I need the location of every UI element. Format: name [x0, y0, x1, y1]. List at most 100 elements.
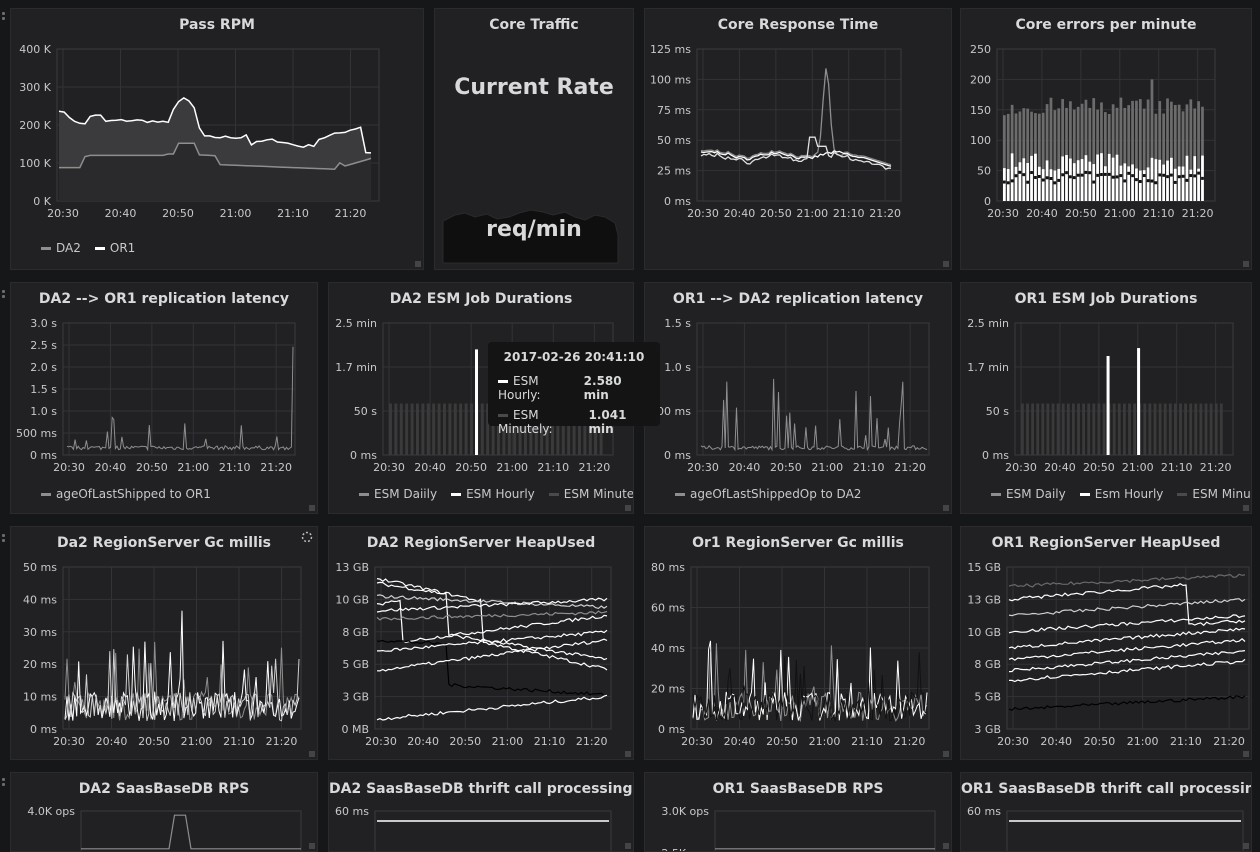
legend-item[interactable]: ESM Minutely — [1177, 487, 1251, 501]
pass-rpm-chart: 400 K300 K200 K100 K0 K20:30 20:40 20:50 21… — [19, 43, 421, 267]
x-tick-label: 20:30 — [1005, 461, 1037, 474]
esm-minutely-bar — [1174, 403, 1177, 455]
error-bar-white — [1150, 157, 1154, 201]
panel-da2-rps[interactable]: DA2 SaasBaseDB RPS 4.0K ops — [10, 772, 318, 852]
core-response-chart: 125 ms100 ms75 ms50 ms25 ms0 ms20:30 20:4… — [650, 43, 949, 267]
panel-da2-or1-latency[interactable]: DA2 --> OR1 replication latency 3.0 s 2.5… — [10, 282, 318, 514]
legend-item[interactable]: ageOfLastShipped to OR1 — [41, 487, 211, 501]
panel-core-traffic[interactable]: Core Traffic Current Rate req/min — [434, 8, 634, 270]
y-tick-label: 50 ms — [657, 134, 691, 147]
panel-pass-rpm[interactable]: Pass RPM 400 K 300 K 200 K 100 K0 K 20:30 20:… — [10, 8, 424, 270]
y-tick-label: 8 GB — [342, 626, 369, 639]
legend-swatch — [991, 493, 1001, 496]
legend-swatch — [451, 493, 462, 496]
panel-core-errors[interactable]: Core errors per minute 250 200 150 100 50 0 20… — [960, 8, 1252, 270]
x-tick-label: 21:00 — [1122, 461, 1154, 474]
tooltip-series-name: ESM Minutely: — [498, 408, 553, 436]
series-line — [1009, 658, 1246, 683]
esm-minutely-bar — [1168, 403, 1172, 455]
y-tick-label: 125 ms — [650, 43, 691, 56]
panel-or1-rps[interactable]: OR1 SaasBaseDB RPS 3.0K ops2.5K ops — [644, 772, 952, 852]
legend-label: DA2 — [56, 241, 81, 255]
panel-core-response-time[interactable]: Core Response Time 125 ms 100 ms 75 ms 50 m… — [644, 8, 952, 270]
row-drag-handle[interactable] — [2, 778, 6, 790]
esm-minutely-bar — [1097, 403, 1101, 455]
x-tick-label: 20:40 — [1040, 735, 1072, 748]
error-bar-white — [1181, 166, 1185, 201]
error-bar-white — [1076, 160, 1080, 201]
x-tick-label: 21:00 — [811, 461, 843, 474]
legend-item[interactable]: OR1 — [94, 241, 135, 255]
error-bar-white — [1057, 168, 1061, 201]
error-bar-black — [1189, 174, 1193, 178]
x-tick-label: 21:00 — [809, 735, 841, 748]
legend-item[interactable]: ESM Minutely — [548, 487, 633, 501]
core-errors-chart: 25020015010050020:30 20:40 20:50 21:00 21:10… — [970, 43, 1249, 267]
legend-item[interactable]: ESM Daiily — [359, 487, 437, 501]
panel-da2-gc[interactable]: Da2 RegionServer Gc millis 50 ms 40 ms 30 … — [10, 526, 318, 760]
x-tick-label: 21:20 — [335, 207, 367, 220]
error-bar-white — [1096, 154, 1099, 201]
row-drag-handle[interactable] — [2, 534, 6, 546]
y-tick-label: 5 GB — [342, 658, 369, 671]
x-tick-label: 21:20 — [1182, 207, 1214, 220]
series-line — [1008, 598, 1246, 617]
panel-da2-thrift[interactable]: DA2 SaasBaseDB thrift call processing ti… — [328, 772, 634, 852]
error-bar-white — [1119, 165, 1123, 201]
y-tick-label: 50 ms — [23, 561, 57, 574]
resize-handle-icon — [625, 505, 631, 511]
x-tick-label: 21:10 — [1161, 461, 1193, 474]
error-bar-black — [1088, 171, 1092, 175]
legend-item[interactable]: Esm Hourly — [1079, 487, 1163, 501]
plot-frame — [696, 48, 902, 202]
panel-or1-da2-latency[interactable]: OR1 --> DA2 replication latency 1.5 s 1.0… — [644, 282, 952, 514]
legend-item[interactable]: ageOfLastShippedOp to DA2 — [675, 487, 861, 501]
error-bar-black — [1127, 171, 1131, 175]
x-tick-label: 21:10 — [851, 735, 883, 748]
y-tick-label: 20 ms — [23, 658, 57, 671]
x-tick-label: 21:00 — [1104, 207, 1136, 220]
legend: DA2 OR1 — [41, 241, 149, 255]
x-tick-label: 20:40 — [96, 735, 128, 748]
error-bar-white — [1127, 166, 1131, 201]
x-tick-label: 21:20 — [260, 461, 292, 474]
error-bar-black — [1170, 173, 1173, 177]
panel-or1-thrift[interactable]: OR1 SaasBaseDB thrift call processing ti… — [960, 772, 1252, 852]
x-tick-label: 21:10 — [277, 207, 309, 220]
error-bar-black — [1030, 171, 1033, 175]
row-drag-handle[interactable] — [2, 12, 6, 24]
panel-or1-gc[interactable]: Or1 RegionServer Gc millis 80 ms 60 ms 40 … — [644, 526, 952, 760]
error-bar-black — [1138, 179, 1142, 183]
error-bar-white — [1084, 155, 1088, 201]
error-bar-black — [1072, 176, 1076, 180]
error-bar-white — [1135, 168, 1138, 201]
panel-da2-heap[interactable]: DA2 RegionServer HeapUsed 13 GB 10 GB 8 GB… — [328, 526, 634, 760]
unit-label: req/min — [486, 217, 582, 242]
x-tick-label: 20:40 — [105, 207, 137, 220]
legend-swatch — [675, 493, 685, 496]
x-tick-label: 21:00 — [1127, 735, 1159, 748]
error-bar-white — [1146, 167, 1150, 201]
panel-or1-esm[interactable]: OR1 ESM Job Durations 2.5 min 1.7 min 50 s… — [960, 282, 1252, 514]
y-tick-label: 500 ms — [16, 427, 57, 440]
x-tick-label: 20:30 — [681, 735, 713, 748]
esm-minutely-bar — [448, 403, 452, 455]
panel-or1-heap[interactable]: OR1 RegionServer HeapUsed 15 GB 13 GB 10 G… — [960, 526, 1252, 760]
or1-rps-chart: 3.0K ops 2.5K ops — [661, 805, 949, 851]
row-drag-handle[interactable] — [2, 290, 6, 302]
legend-item[interactable]: ESM Hourly — [451, 487, 535, 501]
plot-frame — [374, 810, 612, 851]
y-tick-label: 5 GB — [974, 691, 1001, 704]
legend-item[interactable]: ESM Daily — [991, 487, 1066, 501]
esm-minutely-bar — [1219, 403, 1223, 455]
error-bar-black — [1166, 175, 1169, 179]
error-bar-white — [1131, 164, 1134, 201]
series-line — [1008, 695, 1246, 712]
error-bar-black — [1037, 174, 1041, 178]
error-bar-white — [1003, 168, 1006, 201]
esm-minutely-bar — [405, 403, 409, 455]
error-bar-white — [1041, 169, 1045, 201]
legend-item[interactable]: DA2 — [41, 241, 81, 255]
error-bar-black — [1049, 177, 1053, 181]
error-bar-black — [1045, 176, 1049, 180]
